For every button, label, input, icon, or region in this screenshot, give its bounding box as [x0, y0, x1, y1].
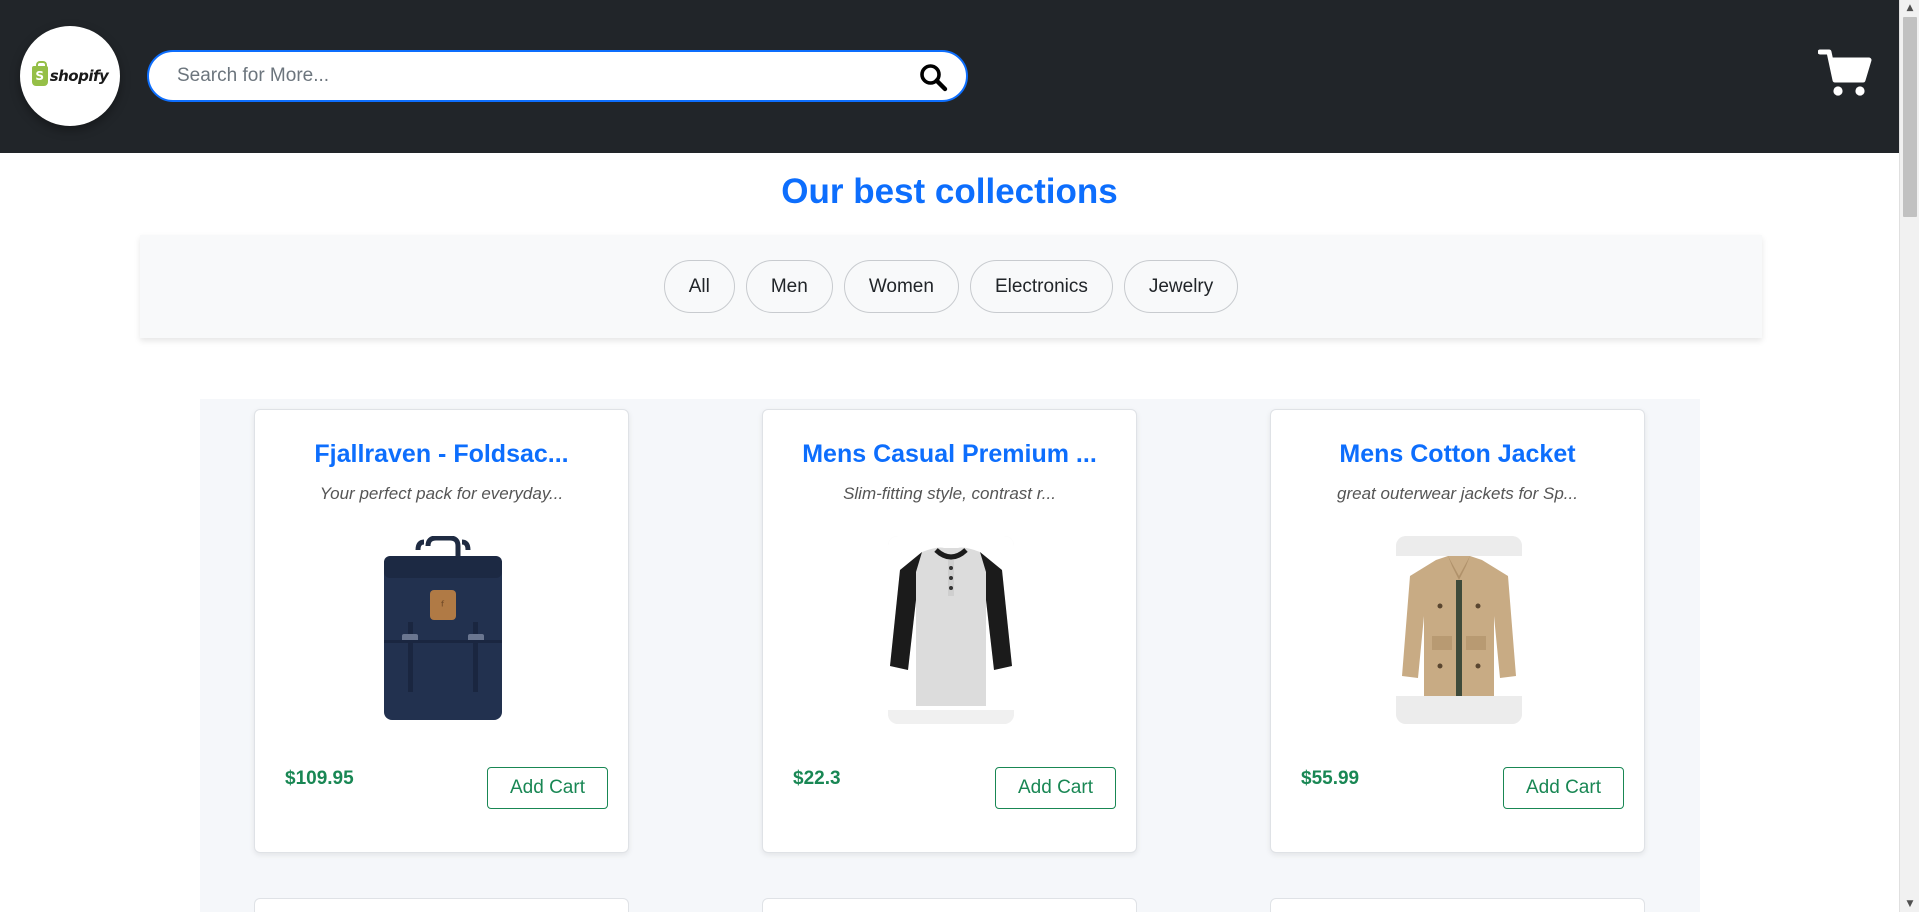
tshirt-image	[888, 536, 1014, 724]
filter-women-button[interactable]: Women	[843, 260, 959, 313]
logo-mark: S shopify	[31, 61, 109, 86]
scrollbar-thumb[interactable]	[1903, 17, 1917, 217]
category-filter-bar: All Men Women Electronics Jewelry	[140, 235, 1762, 338]
search-icon[interactable]	[918, 62, 948, 92]
product-title[interactable]: Fjallraven - Foldsac...	[255, 440, 628, 469]
product-image[interactable]	[1396, 536, 1522, 724]
add-cart-button[interactable]: Add Cart	[995, 767, 1116, 809]
vertical-scrollbar[interactable]: ▲ ▼	[1899, 0, 1919, 912]
product-card[interactable]: Fjallraven - Foldsac... Your perfect pac…	[254, 409, 629, 853]
jacket-image	[1396, 536, 1522, 724]
product-card[interactable]	[1270, 898, 1645, 912]
svg-text:ᶠ: ᶠ	[441, 599, 445, 615]
product-image[interactable]: ᶠ	[380, 536, 506, 724]
scroll-up-arrow-icon[interactable]: ▲	[1900, 0, 1919, 16]
backpack-image: ᶠ	[380, 536, 506, 724]
scroll-down-arrow-icon[interactable]: ▼	[1900, 896, 1919, 912]
search-bar	[147, 50, 968, 102]
product-price: $109.95	[285, 768, 354, 789]
page: S shopify Our best collections All Men W…	[0, 0, 1919, 912]
section-title: Our best collections	[781, 172, 1118, 211]
top-navbar: S shopify	[0, 0, 1899, 153]
product-title[interactable]: Mens Cotton Jacket	[1271, 440, 1644, 469]
filter-men-button[interactable]: Men	[745, 260, 833, 313]
add-cart-button[interactable]: Add Cart	[487, 767, 608, 809]
product-description: great outerwear jackets for Sp...	[1337, 484, 1578, 503]
shopping-bag-icon: S	[31, 61, 48, 86]
product-price: $55.99	[1301, 768, 1360, 789]
product-image[interactable]	[888, 536, 1014, 724]
filter-all-button[interactable]: All	[663, 260, 735, 313]
product-description: Slim-fitting style, contrast r...	[843, 484, 1056, 503]
product-title[interactable]: Mens Casual Premium ...	[763, 440, 1136, 469]
add-cart-button[interactable]: Add Cart	[1503, 767, 1624, 809]
product-price: $22.3	[793, 768, 841, 789]
filter-electronics-button[interactable]: Electronics	[969, 260, 1113, 313]
logo-text: shopify	[49, 67, 109, 85]
cart-icon[interactable]	[1818, 48, 1872, 98]
shopify-logo[interactable]: S shopify	[20, 26, 120, 126]
product-grid: Fjallraven - Foldsac... Your perfect pac…	[200, 399, 1700, 912]
product-description: Your perfect pack for everyday...	[319, 484, 564, 503]
product-card[interactable]	[254, 898, 629, 912]
search-input[interactable]	[177, 52, 897, 100]
filter-jewelry-button[interactable]: Jewelry	[1123, 260, 1239, 313]
product-card[interactable]: Mens Casual Premium ... Slim-fitting sty…	[762, 409, 1137, 853]
product-card[interactable]: Mens Cotton Jacket great outerwear jacke…	[1270, 409, 1645, 853]
product-card[interactable]	[762, 898, 1137, 912]
